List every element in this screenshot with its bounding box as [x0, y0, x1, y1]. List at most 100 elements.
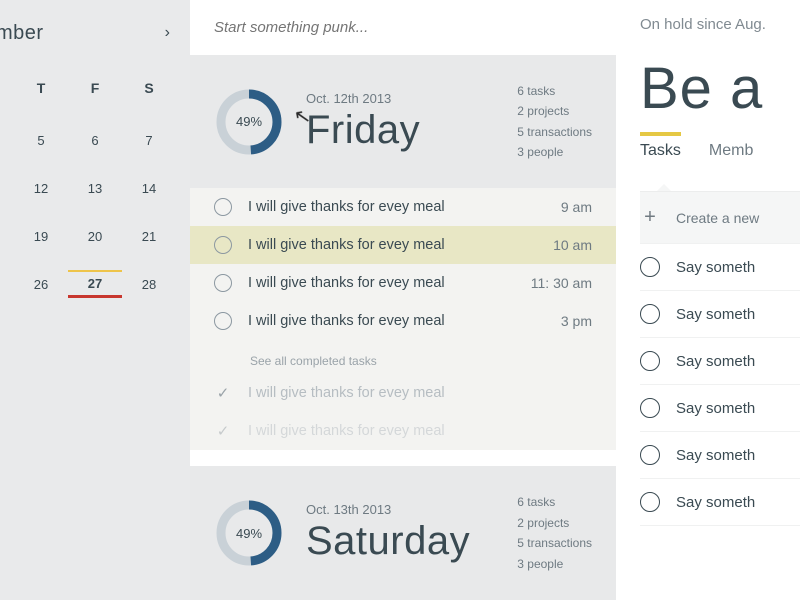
calendar-day[interactable]: 19 — [14, 225, 68, 248]
calendar-header: mber › — [14, 20, 176, 46]
task-time: 9 am — [561, 199, 592, 215]
calendar-row: 12 13 14 — [14, 164, 176, 212]
calendar-day-today[interactable]: 27 — [68, 270, 122, 298]
stat-line: 2 projects — [517, 101, 592, 121]
create-task-row[interactable]: + Create a new — [640, 192, 800, 244]
project-task-list: + Create a new Say someth Say someth Say… — [640, 191, 800, 526]
dow-label: F — [68, 80, 122, 96]
task-row[interactable]: I will give thanks for evey meal 9 am — [190, 188, 616, 226]
new-task-row — [190, 0, 616, 55]
check-icon: ✓ — [214, 384, 232, 402]
task-time: 10 am — [553, 237, 592, 253]
day-gap — [190, 450, 616, 466]
stat-line: 3 people — [517, 142, 592, 162]
task-label: I will give thanks for evey meal — [248, 385, 592, 401]
task-label: Say someth — [676, 494, 755, 511]
progress-percent: 49% — [214, 498, 284, 568]
task-label: I will give thanks for evey meal — [248, 275, 515, 291]
calendar-day[interactable]: 21 — [122, 225, 176, 248]
task-row[interactable]: I will give thanks for evey meal 11: 30 … — [190, 264, 616, 302]
task-label: I will give thanks for evey meal — [248, 423, 592, 439]
stat-line: 5 transactions — [517, 533, 592, 553]
task-label: Say someth — [676, 259, 755, 276]
task-label: Say someth — [676, 353, 755, 370]
day-title-block: Oct. 12th 2013 Friday — [306, 91, 420, 153]
agenda-panel: 49% Oct. 12th 2013 Friday 6 tasks 2 proj… — [190, 0, 616, 600]
progress-ring: 49% — [214, 87, 284, 157]
project-title: Be a — [640, 55, 800, 122]
day-date: Oct. 12th 2013 — [306, 91, 420, 106]
calendar-day[interactable]: 6 — [68, 129, 122, 152]
progress-ring: 49% — [214, 498, 284, 568]
task-checkbox-icon[interactable] — [214, 198, 232, 216]
day-date: Oct. 13th 2013 — [306, 502, 470, 517]
project-task-row[interactable]: Say someth — [640, 385, 800, 432]
next-month-icon[interactable]: › — [159, 20, 176, 46]
tab-members[interactable]: Memb — [709, 132, 753, 172]
task-checkbox-icon[interactable] — [640, 351, 660, 371]
project-panel: On hold since Aug. Be a Tasks Memb + Cre… — [616, 0, 800, 600]
task-label: I will give thanks for evey meal — [248, 237, 537, 253]
task-checkbox-icon[interactable] — [214, 312, 232, 330]
task-checkbox-icon[interactable] — [640, 398, 660, 418]
calendar-day[interactable]: 12 — [14, 177, 68, 200]
project-task-row[interactable]: Say someth — [640, 432, 800, 479]
day-card: 49% Oct. 12th 2013 Friday 6 tasks 2 proj… — [190, 55, 616, 451]
hold-status: On hold since Aug. — [640, 16, 800, 33]
stat-line: 3 people — [517, 554, 592, 574]
calendar-day[interactable]: 14 — [122, 177, 176, 200]
task-time: 11: 30 am — [531, 275, 592, 291]
tab-tasks[interactable]: Tasks — [640, 132, 681, 172]
calendar-row: 26 27 28 — [14, 260, 176, 308]
new-task-input[interactable] — [214, 19, 592, 36]
task-row[interactable]: I will give thanks for evey meal 3 pm — [190, 302, 616, 340]
task-label: Say someth — [676, 447, 755, 464]
calendar-day[interactable]: 13 — [68, 177, 122, 200]
task-label: Say someth — [676, 306, 755, 323]
task-list: I will give thanks for evey meal 9 am I … — [190, 188, 616, 450]
calendar-panel: mber › T F S 5 6 7 12 13 14 19 20 21 26 … — [0, 0, 190, 600]
progress-percent: 49% — [214, 87, 284, 157]
day-name: Saturday — [306, 519, 470, 564]
project-task-row[interactable]: Say someth — [640, 244, 800, 291]
plus-icon: + — [640, 206, 660, 229]
project-tabs: Tasks Memb — [640, 132, 800, 172]
task-label: I will give thanks for evey meal — [248, 199, 545, 215]
calendar-day[interactable]: 5 — [14, 129, 68, 152]
task-row-completed[interactable]: ✓ I will give thanks for evey meal — [190, 374, 616, 412]
stat-line: 5 transactions — [517, 122, 592, 142]
day-header: 49% Oct. 13th 2013 Saturday 6 tasks 2 pr… — [190, 466, 616, 600]
stat-line: 6 tasks — [517, 81, 592, 101]
calendar-row: 5 6 7 — [14, 116, 176, 164]
task-checkbox-icon[interactable] — [214, 274, 232, 292]
project-task-row[interactable]: Say someth — [640, 291, 800, 338]
completed-header[interactable]: See all completed tasks — [190, 340, 616, 374]
calendar-day[interactable]: 28 — [122, 273, 176, 296]
project-task-row[interactable]: Say someth — [640, 338, 800, 385]
calendar-dow-row: T F S — [14, 80, 176, 96]
stat-line: 2 projects — [517, 513, 592, 533]
calendar-day[interactable]: 20 — [68, 225, 122, 248]
project-task-row[interactable]: Say someth — [640, 479, 800, 526]
day-card: 49% Oct. 13th 2013 Saturday 6 tasks 2 pr… — [190, 466, 616, 600]
task-row[interactable]: I will give thanks for evey meal 10 am — [190, 226, 616, 264]
day-name: Friday — [306, 108, 420, 153]
dow-label: S — [122, 80, 176, 96]
task-checkbox-icon[interactable] — [214, 236, 232, 254]
calendar-day[interactable]: 26 — [14, 273, 68, 296]
day-stats: 6 tasks 2 projects 5 transactions 3 peop… — [517, 81, 592, 163]
dow-label: T — [14, 80, 68, 96]
day-header: 49% Oct. 12th 2013 Friday 6 tasks 2 proj… — [190, 55, 616, 189]
day-title-block: Oct. 13th 2013 Saturday — [306, 502, 470, 564]
calendar-day[interactable]: 7 — [122, 129, 176, 152]
task-time: 3 pm — [561, 313, 592, 329]
task-label: Say someth — [676, 400, 755, 417]
task-row-completed[interactable]: ✓ I will give thanks for evey meal — [190, 412, 616, 450]
task-checkbox-icon[interactable] — [640, 445, 660, 465]
task-checkbox-icon[interactable] — [640, 304, 660, 324]
check-icon: ✓ — [214, 422, 232, 440]
task-checkbox-icon[interactable] — [640, 257, 660, 277]
month-label: mber — [0, 22, 44, 45]
task-checkbox-icon[interactable] — [640, 492, 660, 512]
calendar-row: 19 20 21 — [14, 212, 176, 260]
